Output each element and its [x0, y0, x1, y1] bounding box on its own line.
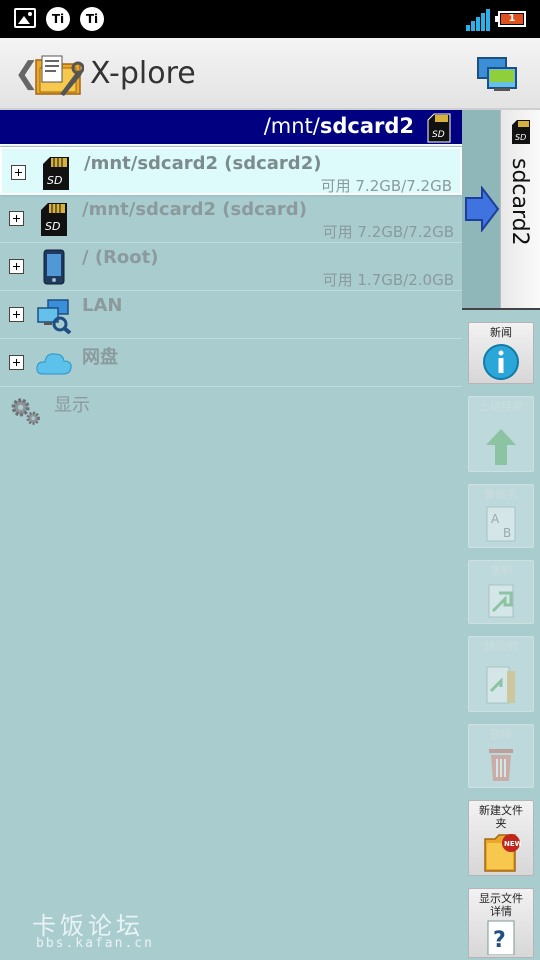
svg-text:B: B — [503, 526, 511, 540]
svg-text:NEW: NEW — [504, 840, 521, 848]
current-path: /mnt/sdcard2 — [263, 114, 414, 138]
storage-label: LAN — [82, 295, 123, 316]
expand-icon[interactable] — [9, 259, 24, 274]
svg-text:SD: SD — [515, 133, 526, 142]
watermark-url: bbs.kafan.cn — [36, 936, 154, 951]
storage-free: 可用 7.2GB/7.2GB — [322, 223, 454, 241]
sd-card-icon: SD — [43, 157, 69, 190]
image-icon — [14, 8, 36, 28]
app-title: X-plore — [90, 56, 196, 91]
button-label: 删除 — [490, 728, 512, 741]
svg-text:A: A — [491, 512, 500, 526]
parent-folder-button[interactable]: 上级目录 — [468, 396, 534, 472]
storage-label: / (Root) — [82, 247, 159, 268]
move-button[interactable]: 移动到 — [468, 636, 534, 712]
button-label: 新建文件夹 — [479, 804, 523, 830]
divider — [462, 308, 540, 310]
move-icon — [486, 666, 515, 704]
status-bar: Ti Ti 1 — [0, 0, 540, 38]
svg-text:?: ? — [493, 928, 506, 953]
delete-button[interactable]: 删除 — [468, 724, 534, 788]
help-icon: ? — [487, 920, 515, 955]
file-details-button[interactable]: 显示文件详情 ? — [468, 888, 534, 958]
news-button[interactable]: 新闻 — [468, 322, 534, 384]
rename-button[interactable]: 重命名 A B — [468, 484, 534, 548]
expand-icon[interactable] — [9, 211, 24, 226]
info-icon — [483, 344, 519, 380]
storage-free: 可用 1.7GB/2.0GB — [322, 271, 454, 289]
pane-tab-strip: SD sdcard2 — [462, 110, 540, 310]
copy-button[interactable]: 复制 — [468, 560, 534, 624]
ti-icon: Ti — [80, 7, 104, 31]
storage-tree: SD /mnt/sdcard2 (sdcard2) 可用 7.2GB/7.2GB… — [0, 147, 462, 435]
cloud-icon — [36, 353, 72, 375]
storage-label: /mnt/sdcard2 (sdcard) — [82, 199, 307, 220]
list-item[interactable]: LAN — [0, 291, 462, 339]
storage-label: 显示 — [54, 395, 90, 416]
storage-label: /mnt/sdcard2 (sdcard2) — [84, 153, 322, 174]
phone-icon — [43, 249, 65, 285]
sd-card-icon: SD — [427, 113, 451, 143]
expand-icon[interactable] — [9, 307, 24, 322]
ti-icon: Ti — [46, 7, 70, 31]
arrow-right-icon[interactable] — [464, 186, 500, 232]
button-label: 上级目录 — [479, 400, 523, 413]
expand-icon[interactable] — [9, 355, 24, 370]
list-item[interactable]: SD /mnt/sdcard2 (sdcard) 可用 7.2GB/7.2GB — [0, 195, 462, 243]
list-item[interactable]: / (Root) 可用 1.7GB/2.0GB — [0, 243, 462, 291]
battery-level: 1 — [501, 14, 523, 24]
storage-label: 网盘 — [82, 347, 118, 368]
up-arrow-icon — [486, 429, 516, 465]
sd-card-icon: SD — [512, 120, 530, 144]
button-label: 重命名 — [484, 488, 518, 501]
sd-card-icon: SD — [41, 203, 67, 236]
button-label: 显示文件详情 — [479, 892, 523, 918]
list-item[interactable]: 显示 — [0, 387, 462, 435]
storage-free: 可用 7.2GB/7.2GB — [320, 177, 452, 195]
title-bar: ❮ X-plore — [0, 38, 540, 110]
button-label: 移动到 — [484, 640, 518, 653]
path-header: /mnt/sdcard2 SD — [0, 110, 462, 146]
copy-icon — [488, 584, 514, 618]
signal-icon — [466, 9, 490, 31]
svg-text:SD: SD — [432, 130, 445, 140]
expand-icon[interactable] — [11, 165, 26, 180]
button-label: 新闻 — [490, 326, 512, 339]
svg-text:SD: SD — [45, 220, 60, 233]
trash-icon — [489, 749, 513, 781]
rename-icon: A B — [486, 506, 516, 542]
list-item[interactable]: SD /mnt/sdcard2 (sdcard2) 可用 7.2GB/7.2GB — [0, 147, 462, 195]
svg-text:SD: SD — [47, 174, 62, 187]
tab-sdcard2[interactable]: SD sdcard2 — [500, 110, 540, 308]
new-folder-icon: NEW — [484, 834, 521, 872]
button-label: 复制 — [490, 564, 512, 577]
app-icon[interactable] — [34, 50, 84, 98]
tab-label: sdcard2 — [507, 158, 532, 246]
gears-icon — [11, 398, 40, 425]
screens-icon[interactable] — [476, 56, 520, 92]
list-item[interactable]: 网盘 — [0, 339, 462, 387]
lan-icon — [37, 299, 72, 334]
battery-icon: 1 — [495, 11, 526, 27]
new-folder-button[interactable]: 新建文件夹 NEW — [468, 800, 534, 876]
